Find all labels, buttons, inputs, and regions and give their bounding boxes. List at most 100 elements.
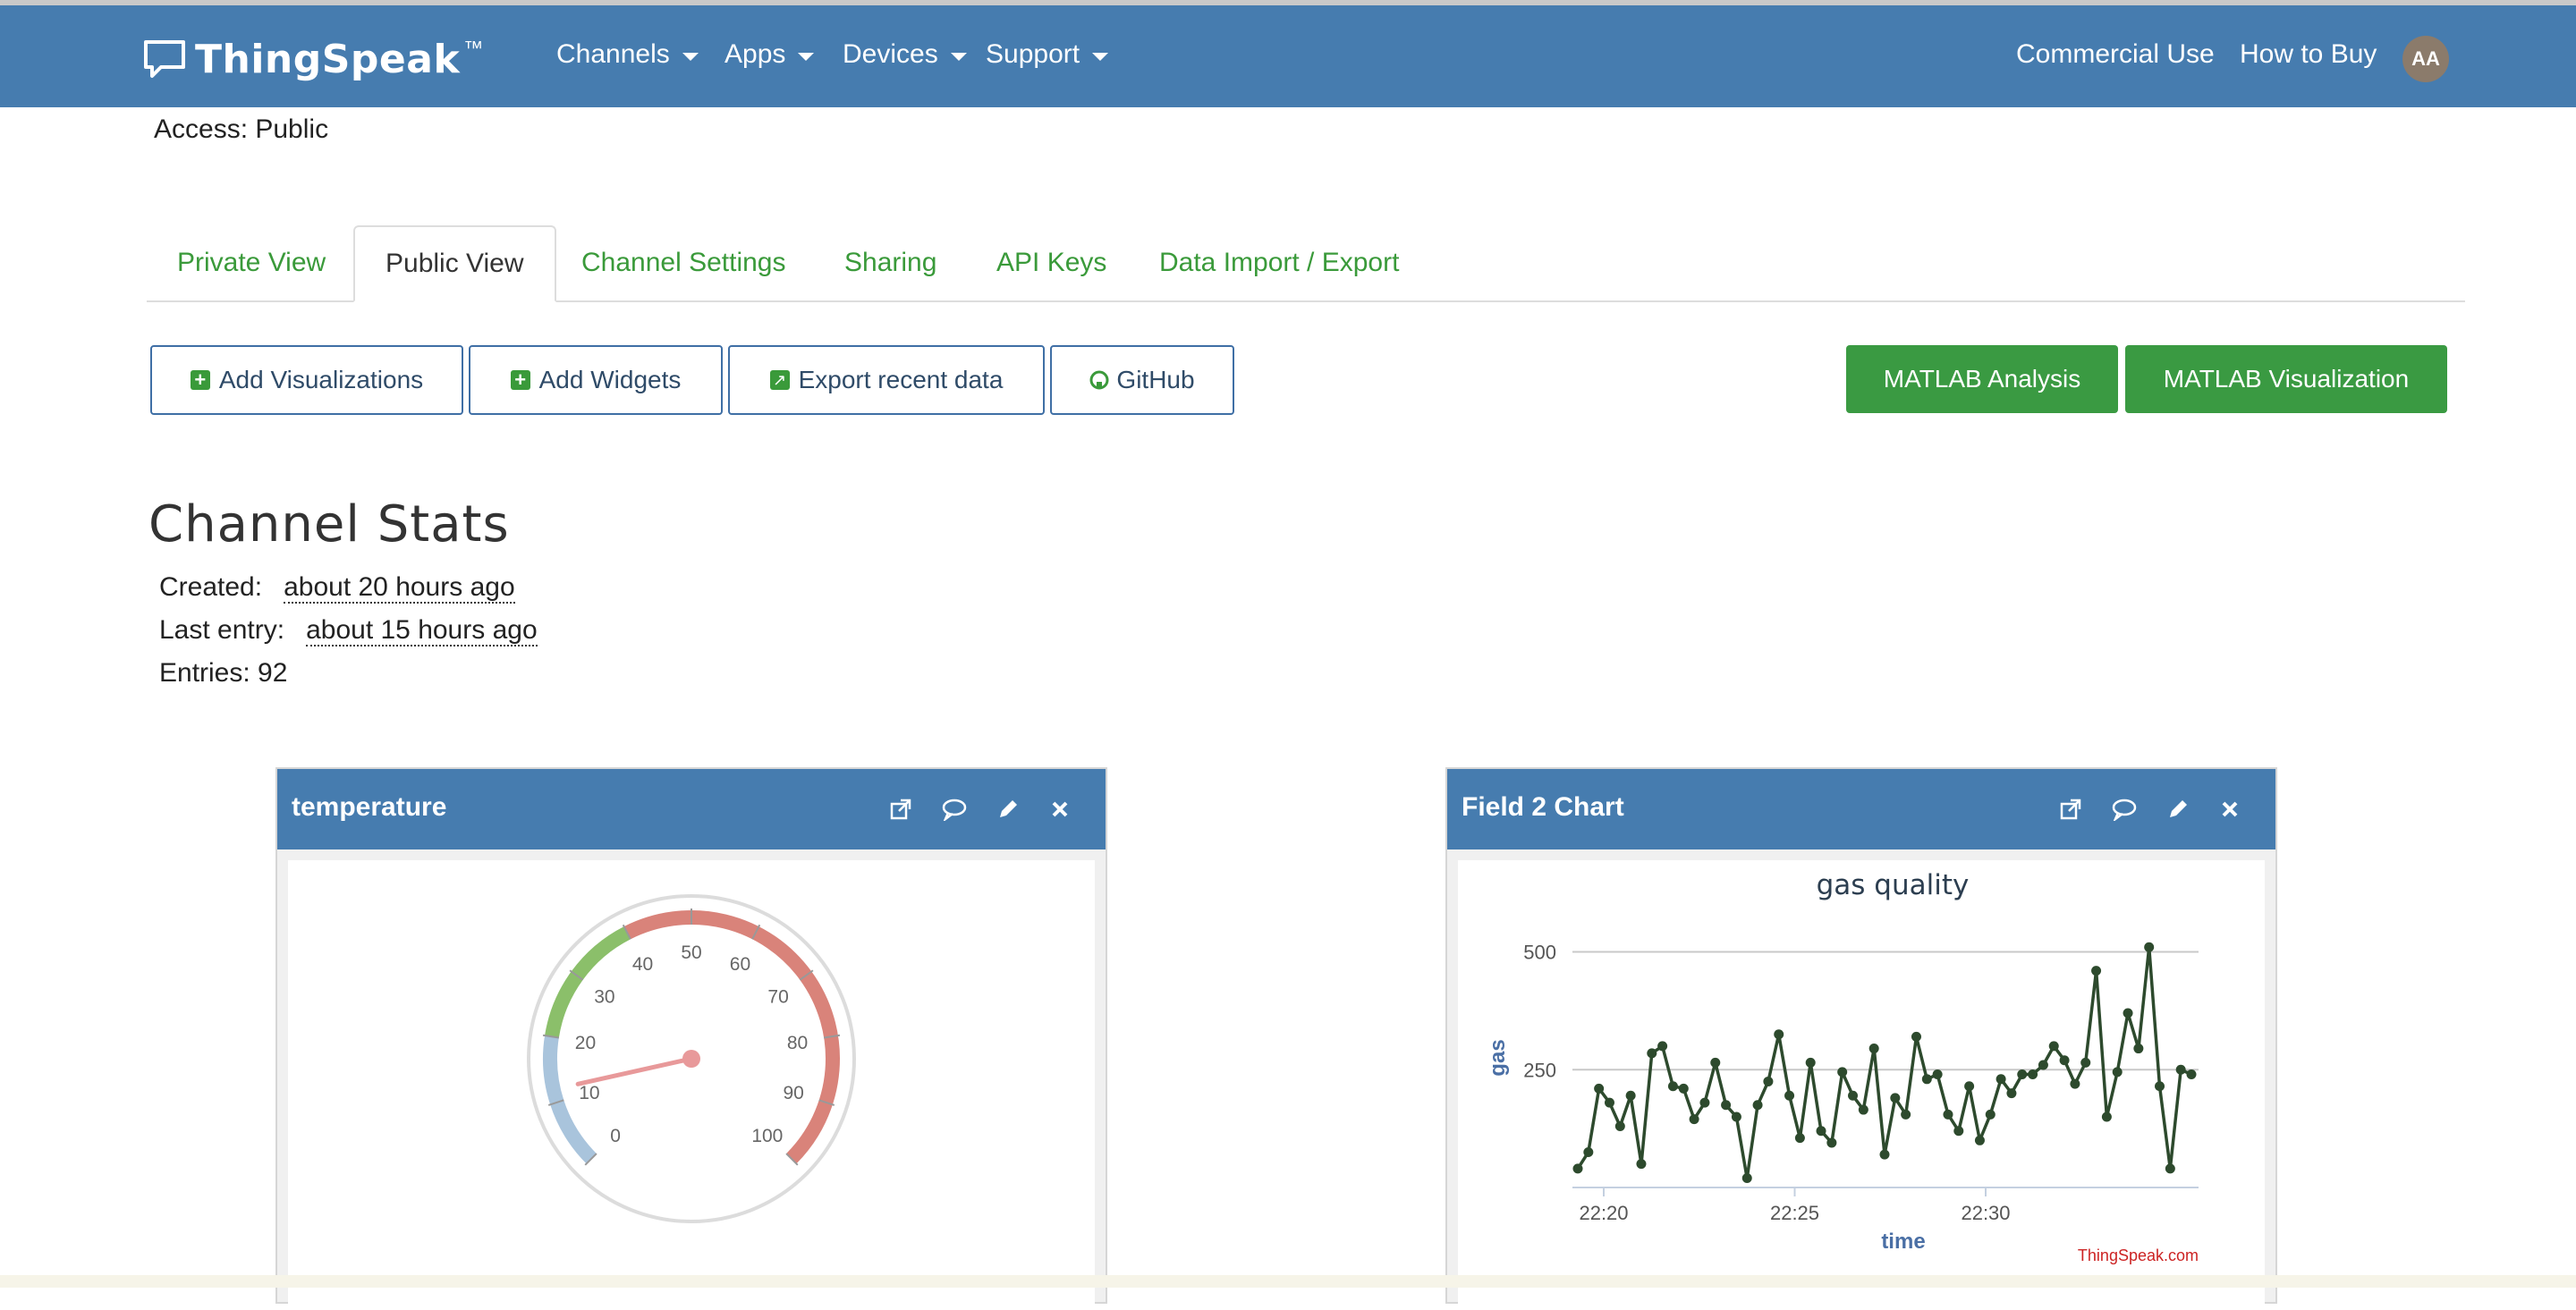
data-point (2059, 1055, 2070, 1066)
speech-bubble-icon (144, 40, 185, 78)
tab-sharing[interactable]: Sharing (814, 225, 967, 300)
data-point (1721, 1100, 1732, 1111)
data-point (1625, 1090, 1636, 1101)
brand-trademark: ™ (463, 37, 484, 59)
data-point (2091, 966, 2102, 976)
gauge-tick-label: 100 (751, 1126, 783, 1146)
data-point (1710, 1057, 1721, 1068)
stat-created: Created: about 20 hours ago (159, 572, 515, 604)
add-widgets-button[interactable]: + Add Widgets (469, 345, 723, 415)
caret-down-icon (798, 52, 815, 61)
gauge-tick-label: 60 (730, 954, 750, 975)
gauge-tick-label: 30 (594, 986, 614, 1007)
matlab-analysis-button[interactable]: MATLAB Analysis (1846, 345, 2118, 413)
user-avatar[interactable]: AA (2402, 36, 2449, 82)
data-point (1921, 1074, 1932, 1085)
data-point (1868, 1044, 1879, 1054)
github-button[interactable]: GitHub (1050, 345, 1234, 415)
tab-channel-settings[interactable]: Channel Settings (551, 225, 817, 300)
gauge-tick-label: 10 (579, 1083, 599, 1103)
data-point (1805, 1057, 1816, 1068)
tab-public-view[interactable]: Public View (353, 225, 556, 302)
stat-created-label: Created: (159, 572, 263, 602)
data-point (1594, 1083, 1605, 1094)
data-point (1784, 1090, 1795, 1101)
nav-support[interactable]: Support (986, 39, 1109, 70)
data-point (1572, 1163, 1583, 1174)
data-point (1636, 1159, 1647, 1170)
temperature-widget: temperature 0 10 20 30 40 50 60 70 80 90 100 (275, 767, 1107, 1306)
github-label: GitHub (1116, 366, 1195, 393)
data-point (1890, 1093, 1901, 1103)
gauge-needle-hub (682, 1050, 700, 1068)
data-point (2165, 1163, 2175, 1174)
y-tick-label: 250 (1523, 1059, 1556, 1081)
widget-title: Field 2 Chart (1462, 792, 1624, 822)
external-link-icon[interactable] (2055, 794, 2086, 824)
close-icon[interactable] (2215, 794, 2245, 824)
field2-chart-widget: Field 2 Chart gas quality 250 500 22:20 22:2… (1445, 767, 2277, 1306)
data-point (1879, 1149, 1890, 1160)
data-point (1964, 1081, 1975, 1092)
data-point (1837, 1067, 1848, 1078)
data-point (1953, 1126, 1964, 1137)
channel-access: Access: Public (154, 114, 329, 144)
data-point (2028, 1069, 2038, 1080)
nav-devices[interactable]: Devices (843, 39, 967, 70)
data-point (1974, 1135, 1985, 1145)
pencil-icon[interactable] (2163, 794, 2193, 824)
external-link-icon[interactable] (886, 794, 916, 824)
matlab-visualization-button[interactable]: MATLAB Visualization (2125, 345, 2447, 413)
close-icon[interactable] (1045, 794, 1075, 824)
data-point (1985, 1109, 1996, 1120)
top-navbar: ThingSpeak ™ Channels Apps Devices Suppo… (0, 5, 2576, 107)
data-point (2048, 1041, 2059, 1052)
nav-channels[interactable]: Channels (556, 39, 699, 70)
data-point (2155, 1081, 2165, 1092)
add-visualizations-button[interactable]: + Add Visualizations (150, 345, 463, 415)
comment-icon[interactable] (2109, 794, 2140, 824)
plus-icon: + (510, 370, 530, 390)
gauge-tick-label: 40 (632, 954, 653, 975)
export-recent-data-button[interactable]: ↗ Export recent data (728, 345, 1045, 415)
brand-logo[interactable]: ThingSpeak ™ (143, 34, 483, 84)
tab-data-import-export[interactable]: Data Import / Export (1129, 225, 1429, 300)
caret-down-icon (682, 52, 699, 61)
y-tick-label: 500 (1523, 942, 1556, 964)
data-point (2070, 1078, 2080, 1089)
data-point (1858, 1104, 1868, 1115)
data-point (2017, 1069, 2028, 1080)
data-point (1647, 1048, 1657, 1059)
data-point (1657, 1041, 1668, 1052)
chart-title: gas quality (1817, 869, 1970, 901)
stat-last-entry-value: about 15 hours ago (306, 615, 538, 647)
brand-name: ThingSpeak (195, 36, 461, 82)
tab-api-keys[interactable]: API Keys (966, 225, 1137, 300)
data-point (2006, 1088, 2017, 1099)
add-widgets-label: Add Widgets (538, 366, 682, 393)
nav-apps-label: Apps (724, 39, 786, 69)
data-point (1699, 1097, 1710, 1108)
data-point (1911, 1031, 1921, 1042)
widget-title: temperature (292, 792, 447, 822)
gas-quality-chart: gas quality 250 500 22:20 22:25 22:30 time gas T… (1486, 869, 2199, 1264)
github-icon (1089, 370, 1109, 390)
data-point (1763, 1076, 1774, 1086)
tab-private-view[interactable]: Private View (147, 225, 356, 300)
nav-apps[interactable]: Apps (724, 39, 815, 70)
data-point (2101, 1111, 2112, 1122)
data-point (1996, 1074, 2006, 1085)
comment-icon[interactable] (939, 794, 970, 824)
data-point (2133, 1044, 2144, 1054)
gauge-tick-label: 20 (575, 1033, 596, 1053)
nav-commercial-use[interactable]: Commercial Use (2016, 39, 2215, 70)
x-axis-label: time (1881, 1230, 1925, 1254)
pencil-icon[interactable] (993, 794, 1023, 824)
data-point (1752, 1100, 1763, 1111)
y-axis-label: gas (1486, 1039, 1510, 1076)
data-point (1689, 1114, 1699, 1125)
nav-how-to-buy[interactable]: How to Buy (2240, 39, 2377, 70)
data-point (1604, 1097, 1614, 1108)
chart-credit: ThingSpeak.com (2078, 1247, 2199, 1264)
data-point (2123, 1008, 2133, 1018)
